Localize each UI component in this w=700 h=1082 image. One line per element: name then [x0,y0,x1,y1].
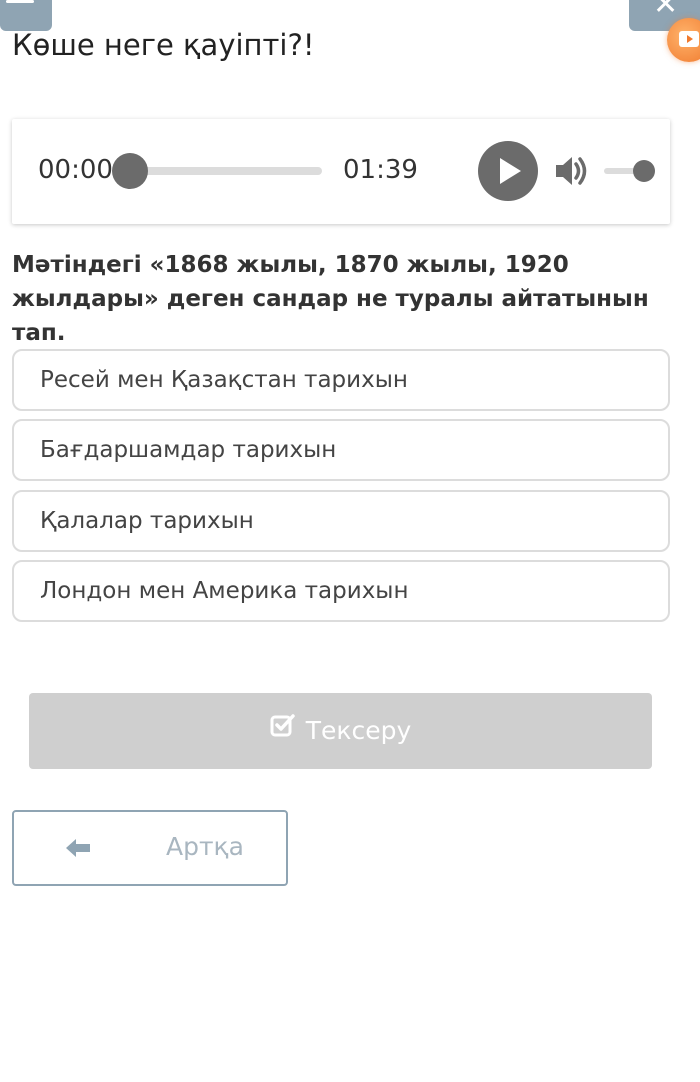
volume-icon[interactable] [552,151,592,191]
menu-button[interactable] [0,0,52,31]
question-text: Мәтіндегі «1868 жылы, 1870 жылы, 1920 жы… [12,252,649,346]
answer-option-1[interactable]: Ресей мен Қазақстан тарихын [12,349,670,411]
audio-player: 00:00 01:39 [12,119,670,224]
play-icon [500,158,521,184]
back-button-label: Артқа [166,832,244,861]
play-button[interactable] [478,141,538,201]
checkbox-icon [270,691,296,767]
back-button[interactable]: Артқа [12,810,288,886]
volume-thumb[interactable] [633,160,655,182]
progress-thumb[interactable] [112,153,148,189]
page-title: Көше неге қауіпті?! [12,28,315,62]
total-time: 01:39 [343,155,418,185]
answer-option-4[interactable]: Лондон мен Америка тарихын [12,560,670,622]
check-button-label: Тексеру [305,716,412,745]
progress-track[interactable] [130,167,322,175]
video-play-icon [679,31,699,47]
arrow-left-icon [64,836,92,864]
answer-option-3[interactable]: Қалалар тарихын [12,490,670,552]
video-badge-button[interactable] [667,18,700,62]
current-time: 00:00 [38,155,113,185]
check-button[interactable]: Тексеру [29,693,652,769]
answer-option-2[interactable]: Бағдаршамдар тарихын [12,419,670,481]
close-icon: ✕ [653,0,679,22]
